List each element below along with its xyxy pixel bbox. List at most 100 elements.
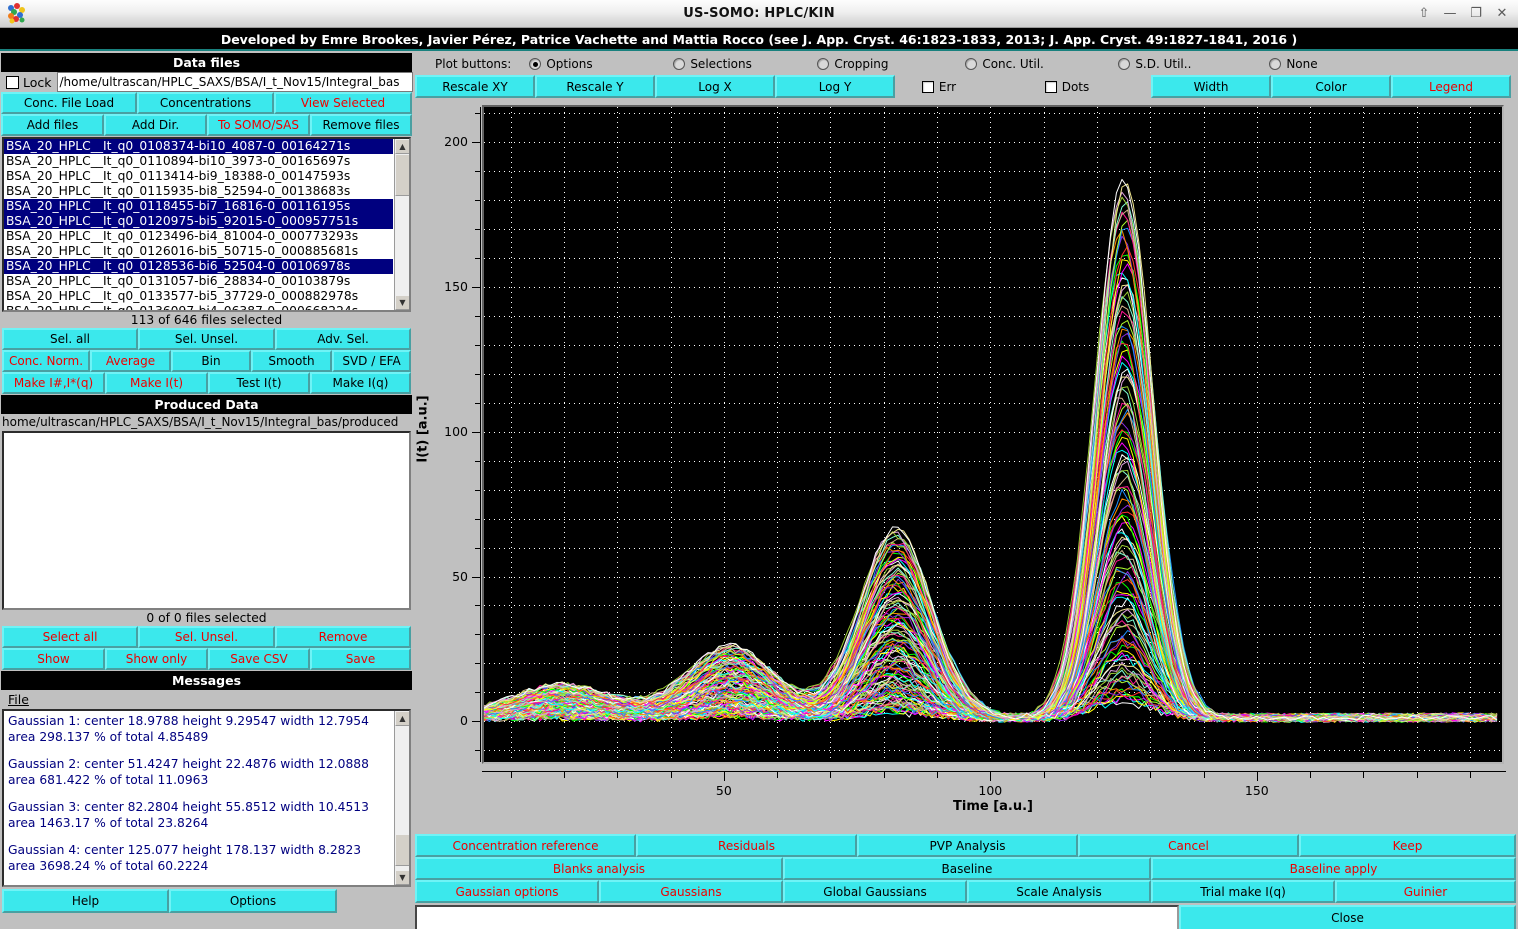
minimize-icon[interactable]: — — [1438, 3, 1462, 23]
svd-efa-button[interactable]: SVD / EFA — [332, 350, 411, 372]
data-file-list-item[interactable]: BSA_20_HPLC__It_q0_0118455-bi7_16816-0_0… — [4, 199, 393, 214]
plot-radio-cropping[interactable]: Cropping — [817, 57, 965, 71]
show-button[interactable]: Show — [2, 648, 105, 670]
adv-sel-button[interactable]: Adv. Sel. — [275, 328, 411, 350]
plot-radio-options[interactable]: Options — [529, 57, 673, 71]
data-file-list-item[interactable]: BSA_20_HPLC__It_q0_0126016-bi5_50715-0_0… — [4, 244, 393, 259]
data-file-list-item[interactable]: BSA_20_HPLC__It_q0_0108374-bi10_4087-0_0… — [4, 139, 393, 154]
data-file-list-item[interactable]: BSA_20_HPLC__It_q0_0115935-bi8_52594-0_0… — [4, 184, 393, 199]
gaussian-options-button[interactable]: Gaussian options — [415, 880, 599, 903]
sel-all-button[interactable]: Sel. all — [2, 328, 138, 350]
command-input[interactable] — [415, 905, 1179, 929]
file-menu-item[interactable]: File — [8, 692, 29, 707]
width-button[interactable]: Width — [1151, 75, 1271, 98]
concentrations-button[interactable]: Concentrations — [137, 92, 274, 114]
plot-radio-selections[interactable]: Selections — [673, 57, 817, 71]
smooth-button[interactable]: Smooth — [251, 350, 332, 372]
plot-radio-none[interactable]: None — [1269, 57, 1359, 71]
cancel-button[interactable]: Cancel — [1078, 834, 1299, 857]
data-file-list-item[interactable]: BSA_20_HPLC__It_q0_0123496-bi4_81004-0_0… — [4, 229, 393, 244]
data-files-scrollbar[interactable]: ▲ ▼ — [394, 139, 409, 310]
make-it-button[interactable]: Make I(t) — [105, 372, 208, 394]
pvp-analysis-button[interactable]: PVP Analysis — [857, 834, 1078, 857]
radio-icon[interactable] — [673, 58, 685, 70]
baseline-button[interactable]: Baseline — [783, 857, 1151, 880]
make-istar-q-button[interactable]: Make I#,I*(q) — [2, 372, 105, 394]
restore-icon[interactable]: ⇧ — [1412, 3, 1436, 23]
scroll-up-icon[interactable]: ▲ — [395, 139, 410, 154]
dots-checkbox[interactable] — [1045, 81, 1057, 93]
rescale-xy-button[interactable]: Rescale XY — [415, 75, 535, 98]
messages-box[interactable]: Gaussian 1: center 18.9788 height 9.2954… — [2, 709, 411, 887]
radio-icon[interactable] — [817, 58, 829, 70]
data-file-list-item[interactable]: BSA_20_HPLC__It_q0_0110894-bi10_3973-0_0… — [4, 154, 393, 169]
data-file-list-item[interactable]: BSA_20_HPLC__It_q0_0113414-bi9_18388-0_0… — [4, 169, 393, 184]
data-file-list-item[interactable]: BSA_20_HPLC__It_q0_0133577-bi5_37729-0_0… — [4, 289, 393, 304]
view-selected-button[interactable]: View Selected — [274, 92, 412, 114]
messages-scrollbar[interactable]: ▲ ▼ — [394, 711, 409, 885]
gaussians-button[interactable]: Gaussians — [599, 880, 783, 903]
data-file-list-item[interactable]: BSA_20_HPLC__It_q0_0128536-bi6_52504-0_0… — [4, 259, 393, 274]
color-button[interactable]: Color — [1271, 75, 1391, 98]
scrollbar-thumb[interactable] — [395, 154, 410, 196]
trial-make-iq-button[interactable]: Trial make I(q) — [1151, 880, 1335, 903]
err-checkbox-wrap[interactable]: Err — [895, 75, 983, 99]
produced-remove-button[interactable]: Remove — [275, 626, 411, 648]
average-button[interactable]: Average — [90, 350, 171, 372]
baseline-apply-button[interactable]: Baseline apply — [1151, 857, 1516, 880]
residuals-button[interactable]: Residuals — [636, 834, 857, 857]
messages-scrollbar-thumb[interactable] — [395, 834, 410, 866]
save-button[interactable]: Save — [310, 648, 411, 670]
dots-checkbox-wrap[interactable]: Dots — [983, 75, 1151, 99]
radio-icon[interactable] — [529, 58, 541, 70]
scroll-down-icon[interactable]: ▼ — [395, 295, 410, 310]
data-file-list-item[interactable]: BSA_20_HPLC__It_q0_0120975-bi5_92015-0_0… — [4, 214, 393, 229]
close-icon[interactable]: ✕ — [1490, 3, 1514, 23]
scale-analysis-button[interactable]: Scale Analysis — [967, 880, 1151, 903]
radio-icon[interactable] — [965, 58, 977, 70]
plot-frame[interactable] — [482, 105, 1504, 764]
data-file-list-item[interactable]: BSA_20_HPLC__It_q0_0136097-bi4_06387-0_0… — [4, 304, 393, 312]
keep-button[interactable]: Keep — [1299, 834, 1516, 857]
maximize-icon[interactable]: ❐ — [1464, 3, 1488, 23]
log-y-button[interactable]: Log Y — [775, 75, 895, 98]
radio-icon[interactable] — [1269, 58, 1281, 70]
bin-button[interactable]: Bin — [171, 350, 251, 372]
select-all-button[interactable]: Select all — [2, 626, 138, 648]
guinier-button[interactable]: Guinier — [1335, 880, 1516, 903]
plot-radio-conc-util[interactable]: Conc. Util. — [965, 57, 1118, 71]
radio-icon[interactable] — [1118, 58, 1130, 70]
make-iq-button[interactable]: Make I(q) — [310, 372, 411, 394]
err-checkbox[interactable] — [922, 81, 934, 93]
close-button[interactable]: Close — [1179, 905, 1516, 929]
conc-file-load-button[interactable]: Conc. File Load — [1, 92, 137, 114]
remove-files-button[interactable]: Remove files — [310, 114, 412, 136]
options-button[interactable]: Options — [169, 889, 337, 913]
data-path-input[interactable]: /home/ultrascan/HPLC_SAXS/BSA/I_t_Nov15/… — [57, 72, 413, 92]
plot-radio-s-d-util[interactable]: S.D. Util.. — [1118, 57, 1269, 71]
messages-scroll-down-icon[interactable]: ▼ — [395, 870, 410, 885]
help-button[interactable]: Help — [2, 889, 169, 913]
test-it-button[interactable]: Test I(t) — [208, 372, 310, 394]
produced-sel-unsel-button[interactable]: Sel. Unsel. — [138, 626, 275, 648]
to-somo-sas-button[interactable]: To SOMO/SAS — [207, 114, 310, 136]
sel-unsel-button[interactable]: Sel. Unsel. — [138, 328, 275, 350]
data-files-list[interactable]: BSA_20_HPLC__It_q0_0108374-bi10_4087-0_0… — [2, 137, 411, 312]
rescale-y-button[interactable]: Rescale Y — [535, 75, 655, 98]
chart-area[interactable]: I(t) [a.u.] 050100150200 50100150 Time [… — [413, 99, 1518, 817]
log-x-button[interactable]: Log X — [655, 75, 775, 98]
save-csv-button[interactable]: Save CSV — [208, 648, 310, 670]
add-dir-button[interactable]: Add Dir. — [104, 114, 207, 136]
global-gaussians-button[interactable]: Global Gaussians — [783, 880, 967, 903]
produced-data-list[interactable] — [2, 431, 411, 610]
conc-norm-button[interactable]: Conc. Norm. — [2, 350, 90, 372]
blanks-analysis-button[interactable]: Blanks analysis — [415, 857, 783, 880]
add-files-button[interactable]: Add files — [1, 114, 104, 136]
messages-menubar[interactable]: File — [0, 690, 413, 709]
lock-checkbox[interactable] — [6, 76, 19, 89]
legend-button[interactable]: Legend — [1391, 75, 1511, 98]
messages-scroll-up-icon[interactable]: ▲ — [395, 711, 410, 726]
concentration-reference-button[interactable]: Concentration reference — [415, 834, 636, 857]
data-file-list-item[interactable]: BSA_20_HPLC__It_q0_0131057-bi6_28834-0_0… — [4, 274, 393, 289]
show-only-button[interactable]: Show only — [105, 648, 208, 670]
